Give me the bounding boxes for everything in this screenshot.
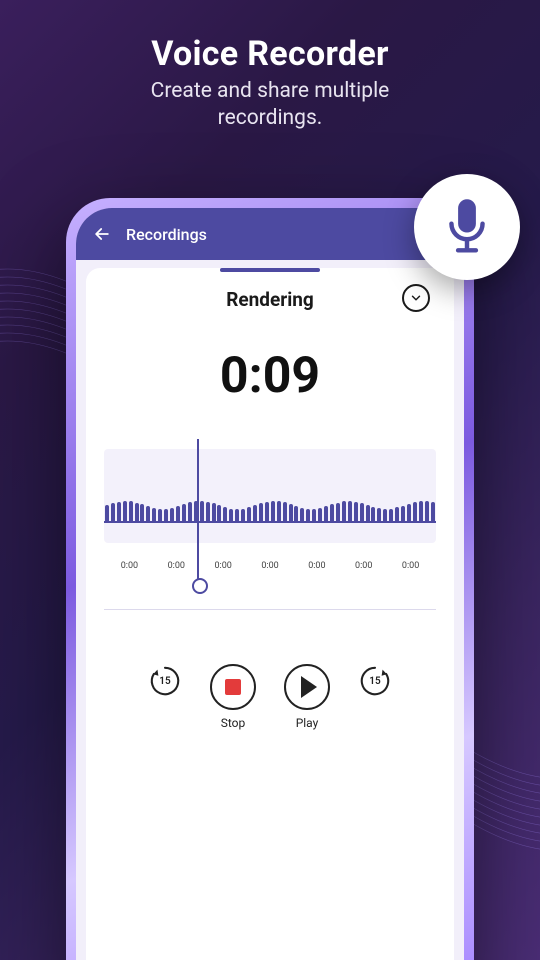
time-labels-row: 0:000:000:000:000:000:000:00: [104, 561, 436, 571]
stop-icon: [225, 679, 241, 695]
collapse-button[interactable]: [402, 284, 430, 312]
rewind-seconds-label: 15: [159, 676, 170, 687]
stop-control: Stop: [210, 664, 256, 730]
microphone-icon: [444, 197, 490, 257]
phone-screen: Recordings Rendering 0:09 0:000:000:000:…: [76, 208, 464, 960]
timer-display: 0:09: [104, 347, 436, 405]
topbar-title: Recordings: [126, 225, 207, 244]
hero-subtitle: Create and share multiple recordings.: [0, 78, 540, 133]
back-arrow-icon[interactable]: [92, 224, 112, 244]
forward-control: 15: [358, 664, 392, 698]
play-button[interactable]: [284, 664, 330, 710]
topbar: Recordings: [76, 208, 464, 260]
waveform[interactable]: [104, 449, 436, 543]
tab-indicator: [220, 268, 320, 272]
chevron-down-icon: [409, 291, 423, 305]
card-header: Rendering: [104, 288, 436, 311]
hero-subtitle-line1: Create and share multiple: [151, 79, 390, 103]
phone-frame: Recordings Rendering 0:09 0:000:000:000:…: [66, 198, 474, 960]
hero-subtitle-line2: recordings.: [218, 106, 323, 130]
time-label: 0:00: [153, 561, 200, 571]
playhead[interactable]: [197, 439, 199, 589]
rewind-15-button[interactable]: 15: [148, 664, 182, 698]
time-label: 0:00: [387, 561, 434, 571]
forward-15-button[interactable]: 15: [358, 664, 392, 698]
time-label: 0:00: [340, 561, 387, 571]
play-icon: [301, 676, 317, 698]
time-label: 0:00: [106, 561, 153, 571]
time-axis-line: [104, 609, 436, 610]
time-label: 0:00: [293, 561, 340, 571]
play-label: Play: [296, 716, 319, 730]
stop-label: Stop: [221, 716, 246, 730]
microphone-badge: [414, 174, 520, 280]
stop-button[interactable]: [210, 664, 256, 710]
hero-title: Voice Recorder: [0, 34, 540, 74]
status-text: Rendering: [226, 288, 314, 311]
play-control: Play: [284, 664, 330, 730]
recorder-card: Rendering 0:09 0:000:000:000:000:000:000…: [86, 268, 454, 960]
forward-seconds-label: 15: [369, 676, 380, 687]
controls-row: 15 Stop Play: [104, 664, 436, 730]
time-label: 0:00: [200, 561, 247, 571]
time-label: 0:00: [247, 561, 294, 571]
rewind-control: 15: [148, 664, 182, 698]
